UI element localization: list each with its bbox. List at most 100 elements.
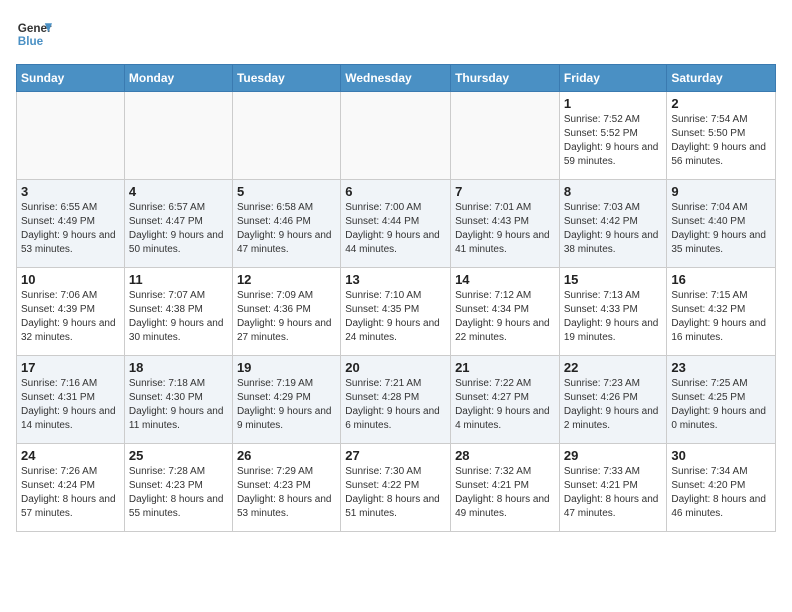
calendar-cell: 7 Sunrise: 7:01 AM Sunset: 4:43 PM Daylig… [451,180,560,268]
day-number: 3 [21,184,120,199]
day-number: 10 [21,272,120,287]
calendar-cell: 22 Sunrise: 7:23 AM Sunset: 4:26 PM Dayli… [559,356,667,444]
weekday-header-friday: Friday [559,65,667,92]
day-info: Sunrise: 7:04 AM Sunset: 4:40 PM Dayligh… [671,201,771,257]
day-number: 1 [564,96,663,111]
weekday-header-thursday: Thursday [451,65,560,92]
day-number: 9 [671,184,771,199]
calendar-week-4: 17 Sunrise: 7:16 AM Sunset: 4:31 PM Dayli… [17,356,776,444]
day-info: Sunrise: 6:57 AM Sunset: 4:47 PM Dayligh… [129,201,228,257]
weekday-header-tuesday: Tuesday [232,65,340,92]
day-info: Sunrise: 7:07 AM Sunset: 4:38 PM Dayligh… [129,289,228,345]
day-info: Sunrise: 7:01 AM Sunset: 4:43 PM Dayligh… [455,201,555,257]
day-number: 16 [671,272,771,287]
weekday-header-sunday: Sunday [17,65,125,92]
day-info: Sunrise: 7:25 AM Sunset: 4:25 PM Dayligh… [671,377,771,433]
calendar-cell: 4 Sunrise: 6:57 AM Sunset: 4:47 PM Daylig… [124,180,232,268]
calendar-week-5: 24 Sunrise: 7:26 AM Sunset: 4:24 PM Dayli… [17,444,776,532]
day-number: 13 [345,272,446,287]
calendar-cell: 21Sunrise: 7:22 AM Sunset: 4:27 PM Dayli… [451,356,560,444]
day-info: Sunrise: 7:15 AM Sunset: 4:32 PM Dayligh… [671,289,771,345]
day-info: Sunrise: 7:54 AM Sunset: 5:50 PM Dayligh… [671,113,771,169]
day-number: 23 [671,360,771,375]
calendar-cell: 18 Sunrise: 7:18 AM Sunset: 4:30 PM Dayli… [124,356,232,444]
calendar-cell: 1 Sunrise: 7:52 AM Sunset: 5:52 PM Daylig… [559,92,667,180]
day-info: Sunrise: 7:52 AM Sunset: 5:52 PM Dayligh… [564,113,663,169]
day-number: 5 [237,184,336,199]
day-number: 27 [345,448,446,463]
day-number: 25 [129,448,228,463]
day-number: 7 [455,184,555,199]
day-number: 2 [671,96,771,111]
calendar-cell: 25Sunrise: 7:28 AM Sunset: 4:23 PM Dayli… [124,444,232,532]
day-number: 21 [455,360,555,375]
logo: General Blue [16,16,52,52]
day-info: Sunrise: 7:03 AM Sunset: 4:42 PM Dayligh… [564,201,663,257]
calendar-cell: 29 Sunrise: 7:33 AM Sunset: 4:21 PM Dayli… [559,444,667,532]
day-number: 19 [237,360,336,375]
weekday-header-row: SundayMondayTuesdayWednesdayThursdayFrid… [17,65,776,92]
calendar-cell [451,92,560,180]
calendar-cell: 28Sunrise: 7:32 AM Sunset: 4:21 PM Dayli… [451,444,560,532]
weekday-header-wednesday: Wednesday [341,65,451,92]
page-header: General Blue [16,16,776,52]
day-number: 14 [455,272,555,287]
calendar-cell: 8Sunrise: 7:03 AM Sunset: 4:42 PM Daylig… [559,180,667,268]
logo-icon: General Blue [16,16,52,52]
day-info: Sunrise: 7:18 AM Sunset: 4:30 PM Dayligh… [129,377,228,433]
calendar-week-2: 3 Sunrise: 6:55 AM Sunset: 4:49 PM Daylig… [17,180,776,268]
calendar-cell [232,92,340,180]
day-info: Sunrise: 7:33 AM Sunset: 4:21 PM Dayligh… [564,465,663,521]
calendar-cell: 19 Sunrise: 7:19 AM Sunset: 4:29 PM Dayli… [232,356,340,444]
day-info: Sunrise: 7:19 AM Sunset: 4:29 PM Dayligh… [237,377,336,433]
calendar-cell [17,92,125,180]
calendar-week-3: 10Sunrise: 7:06 AM Sunset: 4:39 PM Dayli… [17,268,776,356]
day-number: 22 [564,360,663,375]
day-info: Sunrise: 7:13 AM Sunset: 4:33 PM Dayligh… [564,289,663,345]
calendar-cell: 15 Sunrise: 7:13 AM Sunset: 4:33 PM Dayli… [559,268,667,356]
day-info: Sunrise: 7:16 AM Sunset: 4:31 PM Dayligh… [21,377,120,433]
day-number: 15 [564,272,663,287]
calendar-cell: 17 Sunrise: 7:16 AM Sunset: 4:31 PM Dayli… [17,356,125,444]
day-number: 24 [21,448,120,463]
calendar-cell [124,92,232,180]
day-number: 29 [564,448,663,463]
calendar-cell: 12Sunrise: 7:09 AM Sunset: 4:36 PM Dayli… [232,268,340,356]
day-info: Sunrise: 7:12 AM Sunset: 4:34 PM Dayligh… [455,289,555,345]
calendar-week-1: 1 Sunrise: 7:52 AM Sunset: 5:52 PM Daylig… [17,92,776,180]
weekday-header-saturday: Saturday [667,65,776,92]
calendar-cell: 5 Sunrise: 6:58 AM Sunset: 4:46 PM Daylig… [232,180,340,268]
calendar-cell: 14 Sunrise: 7:12 AM Sunset: 4:34 PM Dayli… [451,268,560,356]
day-info: Sunrise: 7:00 AM Sunset: 4:44 PM Dayligh… [345,201,446,257]
weekday-header-monday: Monday [124,65,232,92]
calendar-cell: 20 Sunrise: 7:21 AM Sunset: 4:28 PM Dayli… [341,356,451,444]
day-info: Sunrise: 7:21 AM Sunset: 4:28 PM Dayligh… [345,377,446,433]
calendar-cell: 26Sunrise: 7:29 AM Sunset: 4:23 PM Dayli… [232,444,340,532]
calendar-cell: 3 Sunrise: 6:55 AM Sunset: 4:49 PM Daylig… [17,180,125,268]
calendar-cell [341,92,451,180]
calendar-table: SundayMondayTuesdayWednesdayThursdayFrid… [16,64,776,532]
calendar-cell: 24 Sunrise: 7:26 AM Sunset: 4:24 PM Dayli… [17,444,125,532]
day-info: Sunrise: 7:23 AM Sunset: 4:26 PM Dayligh… [564,377,663,433]
calendar-cell: 23 Sunrise: 7:25 AM Sunset: 4:25 PM Dayli… [667,356,776,444]
day-number: 11 [129,272,228,287]
calendar-cell: 27 Sunrise: 7:30 AM Sunset: 4:22 PM Dayli… [341,444,451,532]
day-number: 26 [237,448,336,463]
day-number: 4 [129,184,228,199]
day-info: Sunrise: 6:58 AM Sunset: 4:46 PM Dayligh… [237,201,336,257]
day-number: 20 [345,360,446,375]
day-number: 18 [129,360,228,375]
calendar-cell: 6Sunrise: 7:00 AM Sunset: 4:44 PM Daylig… [341,180,451,268]
day-info: Sunrise: 7:26 AM Sunset: 4:24 PM Dayligh… [21,465,120,521]
calendar-cell: 11 Sunrise: 7:07 AM Sunset: 4:38 PM Dayli… [124,268,232,356]
day-info: Sunrise: 7:30 AM Sunset: 4:22 PM Dayligh… [345,465,446,521]
day-info: Sunrise: 6:55 AM Sunset: 4:49 PM Dayligh… [21,201,120,257]
day-number: 30 [671,448,771,463]
calendar-cell: 10Sunrise: 7:06 AM Sunset: 4:39 PM Dayli… [17,268,125,356]
calendar-cell: 16 Sunrise: 7:15 AM Sunset: 4:32 PM Dayli… [667,268,776,356]
day-info: Sunrise: 7:10 AM Sunset: 4:35 PM Dayligh… [345,289,446,345]
day-info: Sunrise: 7:32 AM Sunset: 4:21 PM Dayligh… [455,465,555,521]
calendar-cell: 9 Sunrise: 7:04 AM Sunset: 4:40 PM Daylig… [667,180,776,268]
day-info: Sunrise: 7:34 AM Sunset: 4:20 PM Dayligh… [671,465,771,521]
day-number: 17 [21,360,120,375]
